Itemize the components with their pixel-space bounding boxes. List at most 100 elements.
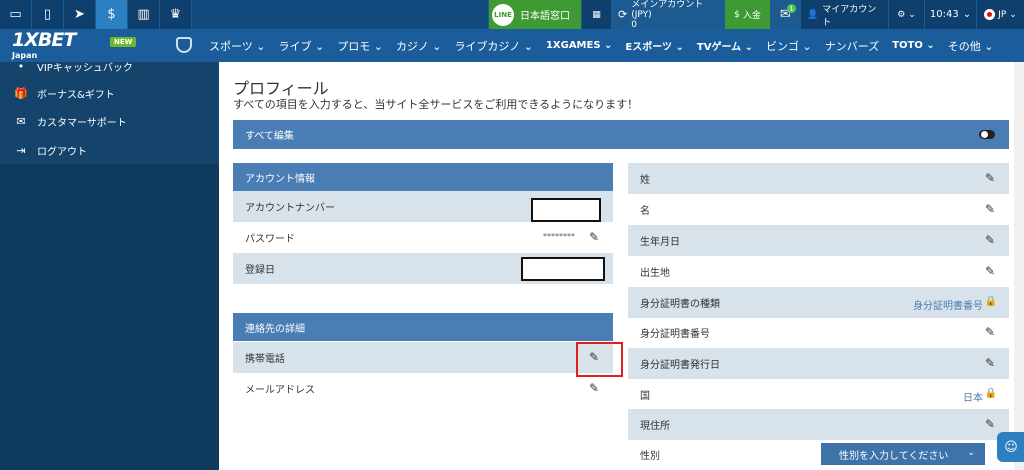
- pencil-icon[interactable]: ✎: [985, 265, 997, 277]
- language-button[interactable]: JP ⌄: [976, 0, 1024, 29]
- nav-sports[interactable]: スポーツ ⌄: [209, 38, 266, 54]
- pencil-icon[interactable]: ✎: [589, 231, 601, 243]
- redacted-registration-date: [521, 257, 605, 281]
- sidebar-item-label: カスタマーサポート: [37, 117, 127, 129]
- nav-toto[interactable]: TOTO ⌄: [892, 40, 935, 51]
- country-row: 国 日本 🔒: [628, 379, 1009, 410]
- birthplace-row: 出生地 ✎: [628, 256, 1009, 287]
- envelope-icon: ✉: [16, 114, 26, 128]
- platform-switcher: ▭ ▯ ➤ $ ▥ ♛: [0, 0, 192, 29]
- pencil-icon[interactable]: ✎: [589, 382, 601, 394]
- qr-code-icon[interactable]: ▦: [581, 0, 611, 29]
- page-subtitle: すべての項目を入力すると、当サイト全サービスをご利用できるようになります！: [233, 98, 639, 111]
- highlight-box: [576, 342, 623, 377]
- sidebar-item-support[interactable]: ✉ カスタマーサポート: [14, 111, 127, 131]
- line-support-button[interactable]: LINE 日本語窓口: [488, 0, 581, 29]
- pencil-icon[interactable]: ✎: [985, 326, 997, 338]
- mobile-row: 携帯電話 ✎: [233, 342, 613, 373]
- pencil-icon[interactable]: ✎: [985, 357, 997, 369]
- support-icon: ☺: [1004, 439, 1018, 455]
- address-row: 現住所 ✎: [628, 409, 1009, 440]
- user-icon: 👤: [807, 9, 819, 20]
- gift-icon: 🎁: [14, 86, 28, 100]
- top-bar: ▭ ▯ ➤ $ ▥ ♛ LINE 日本語窓口 ▦ ⟳ メインアカウント(JPY)…: [0, 0, 1024, 30]
- telegram-icon[interactable]: ➤: [64, 0, 96, 29]
- edit-all-label: すべて編集: [245, 131, 294, 142]
- nav-live[interactable]: ライブ ⌄: [279, 38, 325, 54]
- japan-flag-icon: [984, 9, 996, 20]
- refresh-icon[interactable]: ⟳: [618, 9, 627, 20]
- id-issue-date-row: 身分証明書発行日 ✎: [628, 348, 1009, 379]
- nav-more[interactable]: その他 ⌄: [948, 38, 994, 54]
- clock-button[interactable]: 10:43 ⌄: [924, 0, 976, 29]
- gender-select[interactable]: 性別を入力してください ⌄: [821, 443, 985, 465]
- registration-date-row: 登録日: [233, 253, 613, 284]
- sidebar: • VIPキャッシュバック 🎁 ボーナス&ギフト ✉ カスタマーサポート ⇥ ロ…: [0, 60, 219, 470]
- deposit-label: 入金: [742, 11, 761, 21]
- settings-button[interactable]: ⚙ ⌄: [888, 0, 924, 29]
- pencil-icon[interactable]: ✎: [985, 203, 997, 215]
- my-account-label: マイアカウント: [822, 4, 877, 28]
- nav-tv-games[interactable]: TVゲーム ⌄: [697, 38, 753, 53]
- password-label: パスワード: [245, 234, 295, 245]
- sidebar-menu: • VIPキャッシュバック 🎁 ボーナス&ギフト ✉ カスタマーサポート ⇥ ロ…: [0, 60, 219, 164]
- language-label: JP: [998, 9, 1007, 20]
- my-account-button[interactable]: 👤 マイアカウント: [800, 0, 888, 29]
- id-type-value: 身分証明書番号: [913, 301, 983, 312]
- sidebar-item-vip-cashback[interactable]: • VIPキャッシュバック: [14, 56, 133, 76]
- last-name-row: 姓 ✎: [628, 163, 1009, 194]
- trophy-icon[interactable]: ♛: [160, 0, 192, 29]
- sidebar-item-logout[interactable]: ⇥ ログアウト: [14, 140, 87, 160]
- birthplace-label: 出生地: [640, 268, 670, 279]
- clock-time: 10:43: [929, 9, 959, 20]
- scrollbar[interactable]: [1014, 62, 1024, 470]
- chevron-down-icon: ⌄: [962, 9, 972, 20]
- sidebar-item-label: ログアウト: [37, 146, 87, 158]
- logout-icon: ⇥: [16, 143, 26, 157]
- pencil-icon[interactable]: ✎: [985, 234, 997, 246]
- sidebar-item-bonus[interactable]: 🎁 ボーナス&ギフト: [14, 83, 115, 103]
- account-number-label: アカウントナンバー: [245, 203, 335, 214]
- dob-label: 生年月日: [640, 237, 680, 248]
- shield-icon[interactable]: [176, 37, 192, 53]
- registration-date-label: 登録日: [245, 265, 275, 276]
- account-balance: 0: [631, 19, 637, 30]
- logo-text: 1XBET: [12, 29, 76, 51]
- email-label: メールアドレス: [245, 385, 315, 396]
- mail-button[interactable]: ✉ 1: [770, 0, 800, 29]
- dollar-small-icon: $: [734, 9, 740, 20]
- mobile-icon[interactable]: ▯: [32, 0, 64, 29]
- nav-esports[interactable]: Eスポーツ ⌄: [625, 38, 684, 53]
- nav-promo[interactable]: プロモ ⌄: [337, 38, 383, 54]
- edit-all-toggle[interactable]: [979, 130, 995, 139]
- top-bar-right: LINE 日本語窓口 ▦ ⟳ メインアカウント(JPY) 0 $ 入金 ✉ 1 …: [488, 0, 1024, 30]
- country-label: 国: [640, 391, 650, 402]
- deposit-button[interactable]: $ 入金: [724, 0, 770, 29]
- nav-live-casino[interactable]: ライブカジノ ⌄: [454, 38, 533, 54]
- account-info-header: アカウント情報: [233, 163, 613, 191]
- country-value: 日本: [963, 393, 983, 404]
- desktop-icon[interactable]: ▭: [0, 0, 32, 29]
- support-chat-button[interactable]: ☺: [997, 432, 1024, 462]
- id-type-row: 身分証明書の種類 身分証明書番号 🔒: [628, 287, 1009, 318]
- contact-details-title: 連絡先の詳細: [245, 323, 305, 335]
- pencil-icon[interactable]: ✎: [985, 172, 997, 184]
- account-info-title: アカウント情報: [245, 173, 315, 185]
- nav-1xgames[interactable]: 1XGAMES ⌄: [546, 40, 612, 51]
- sidebar-item-label: VIPキャッシュバック: [37, 62, 133, 74]
- pencil-icon[interactable]: ✎: [985, 418, 997, 430]
- main-nav: 1XBET Japan NEW スポーツ ⌄ ライブ ⌄ プロモ ⌄ カジノ ⌄…: [0, 29, 1024, 62]
- nav-casino[interactable]: カジノ ⌄: [396, 38, 442, 54]
- nav-numbers[interactable]: ナンバーズ: [825, 38, 879, 54]
- dollar-icon[interactable]: $: [96, 0, 128, 29]
- line-icon: LINE: [492, 3, 514, 26]
- new-badge: NEW: [110, 37, 137, 47]
- last-name-label: 姓: [640, 175, 650, 186]
- email-row: メールアドレス ✎: [233, 373, 613, 404]
- nav-bingo[interactable]: ビンゴ ⌄: [766, 38, 812, 54]
- chevron-down-icon: ⌄: [908, 9, 916, 20]
- stats-icon[interactable]: ▥: [128, 0, 160, 29]
- gear-icon: ⚙: [897, 9, 906, 20]
- password-row: パスワード ******** ✎: [233, 222, 613, 253]
- main-account-button[interactable]: ⟳ メインアカウント(JPY) 0: [611, 0, 724, 30]
